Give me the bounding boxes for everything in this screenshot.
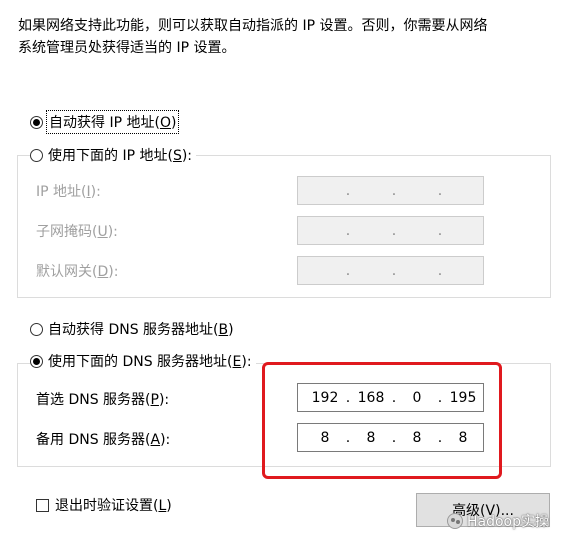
auto-dns-radio[interactable]: 自动获得 DNS 服务器地址(B) [30, 317, 238, 341]
description: 如果网络支持此功能，则可以获取自动指派的 IP 设置。否则，你需要从网络 系统管… [18, 15, 548, 59]
watermark-text: Hadoop实操 [467, 514, 550, 530]
manual-dns-label: 使用下面的 DNS 服务器地址(E): [48, 354, 252, 370]
default-gateway-input[interactable]: . . . [297, 256, 484, 285]
octet-separator: . [437, 262, 443, 279]
manual-dns-radio[interactable]: 使用下面的 DNS 服务器地址(E): [30, 349, 256, 373]
auto-ip-radio-indicator[interactable] [30, 115, 43, 129]
subnet-mask-label: 子网掩码(U): [36, 224, 118, 240]
octet-separator: . [437, 222, 443, 239]
alternate-dns-label: 备用 DNS 服务器(A): [36, 432, 171, 448]
validate-on-exit-checkbox[interactable]: 退出时验证设置(L) [36, 493, 176, 517]
default-gateway-label: 默认网关(D): [36, 264, 119, 280]
auto-ip-radio[interactable]: 自动获得 IP 地址(O) [30, 110, 182, 134]
validate-on-exit-checkbox-box[interactable] [36, 498, 49, 512]
octet-separator: . [391, 182, 397, 199]
auto-dns-label: 自动获得 DNS 服务器地址(B) [48, 322, 234, 338]
description-line-2: 系统管理员处获得适当的 IP 设置。 [18, 40, 236, 56]
watermark: Hadoop实操 [447, 511, 549, 531]
ip-address-input[interactable]: . . . [297, 176, 484, 205]
dns-highlight-annotation [262, 362, 502, 479]
subnet-mask-input[interactable]: . . . [297, 216, 484, 245]
octet-separator: . [345, 182, 351, 199]
auto-dns-radio-indicator[interactable] [30, 322, 43, 336]
octet-separator: . [345, 262, 351, 279]
manual-ip-radio[interactable]: 使用下面的 IP 地址(S): [30, 143, 197, 167]
description-line-1: 如果网络支持此功能，则可以获取自动指派的 IP 设置。否则，你需要从网络 [18, 18, 488, 34]
ip-address-label: IP 地址(I): [36, 184, 101, 200]
octet-separator: . [437, 182, 443, 199]
wechat-icon [447, 513, 463, 529]
auto-ip-label: 自动获得 IP 地址(O) [45, 110, 180, 134]
octet-separator: . [345, 222, 351, 239]
octet-separator: . [391, 262, 397, 279]
manual-dns-radio-indicator[interactable] [30, 354, 43, 368]
octet-separator: . [391, 222, 397, 239]
manual-ip-label: 使用下面的 IP 地址(S): [48, 148, 193, 164]
preferred-dns-label: 首选 DNS 服务器(P): [36, 392, 170, 408]
manual-ip-radio-indicator[interactable] [30, 148, 43, 162]
validate-on-exit-label: 退出时验证设置(L) [55, 498, 172, 514]
